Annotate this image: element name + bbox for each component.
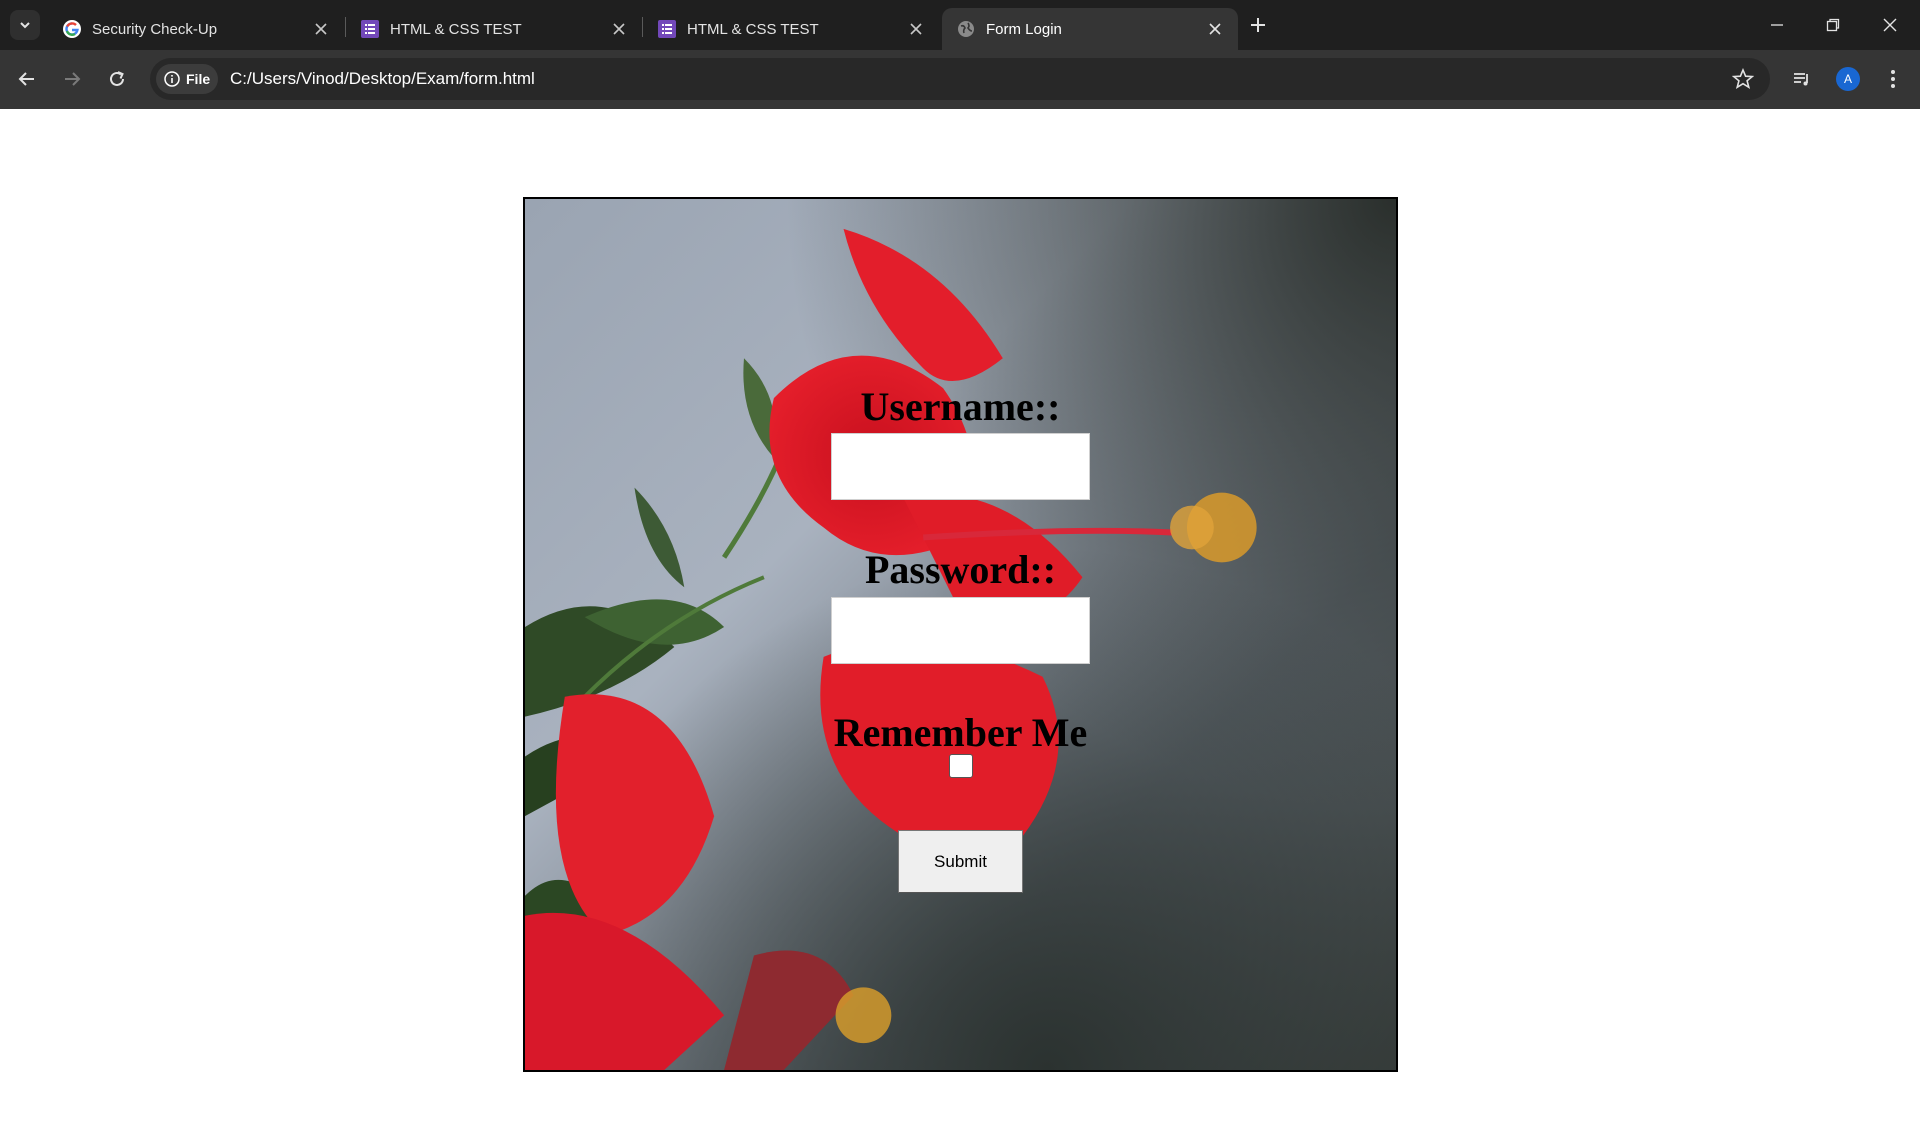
forms-icon bbox=[360, 19, 380, 39]
remember-me-checkbox[interactable] bbox=[949, 754, 973, 778]
google-g-icon bbox=[62, 19, 82, 39]
site-info-chip[interactable]: File bbox=[156, 64, 218, 94]
reload-icon bbox=[110, 71, 124, 86]
password-input[interactable] bbox=[831, 597, 1090, 664]
media-controls-button[interactable] bbox=[1787, 64, 1817, 94]
tab-title: HTML & CSS TEST bbox=[390, 20, 522, 38]
password-label: Password:: bbox=[864, 547, 1057, 592]
playlist-icon bbox=[1794, 73, 1808, 86]
arrow-left-icon bbox=[18, 72, 34, 86]
close-icon bbox=[1883, 18, 1897, 32]
tab-strip: Security Check-Up HTML & CSS TEST HTML &… bbox=[0, 0, 1920, 50]
login-form: Username:: Password:: Remember Me Submit bbox=[525, 199, 1396, 1070]
tab-html-css-test-2[interactable]: HTML & CSS TEST bbox=[643, 8, 939, 50]
restore-icon bbox=[1826, 18, 1840, 32]
close-window-button[interactable] bbox=[1870, 8, 1910, 42]
close-icon[interactable] bbox=[310, 18, 332, 40]
close-icon[interactable] bbox=[1204, 18, 1226, 40]
avatar: A bbox=[1836, 67, 1860, 91]
browser-toolbar: File C:/Users/Vinod/Desktop/Exam/form.ht… bbox=[0, 50, 1920, 109]
minimize-button[interactable] bbox=[1757, 8, 1797, 42]
globe-icon bbox=[956, 19, 976, 39]
address-bar[interactable]: File C:/Users/Vinod/Desktop/Exam/form.ht… bbox=[150, 58, 1770, 100]
minimize-icon bbox=[1771, 24, 1783, 26]
chevron-down-icon bbox=[20, 22, 30, 29]
login-panel: Username:: Password:: Remember Me Submit bbox=[523, 197, 1398, 1072]
remember-me-label: Remember Me bbox=[833, 710, 1088, 755]
username-label: Username:: bbox=[860, 384, 1061, 429]
new-tab-button[interactable] bbox=[1245, 12, 1271, 38]
arrow-right-icon bbox=[65, 72, 81, 86]
tab-search-button[interactable] bbox=[10, 10, 40, 40]
tab-title: HTML & CSS TEST bbox=[687, 20, 819, 38]
tab-title: Form Login bbox=[986, 20, 1062, 38]
tab-form-login[interactable]: Form Login bbox=[942, 8, 1238, 50]
bookmark-star-icon[interactable] bbox=[1732, 68, 1754, 90]
restore-button[interactable] bbox=[1813, 8, 1853, 42]
page-content: Username:: Password:: Remember Me Submit bbox=[0, 109, 1920, 1140]
tab-html-css-test-1[interactable]: HTML & CSS TEST bbox=[346, 8, 642, 50]
back-button[interactable] bbox=[12, 64, 42, 94]
profile-button[interactable]: A bbox=[1833, 64, 1863, 94]
plus-icon bbox=[1251, 18, 1265, 32]
menu-button[interactable] bbox=[1878, 64, 1908, 94]
info-icon bbox=[164, 71, 180, 87]
submit-button[interactable]: Submit bbox=[898, 830, 1023, 893]
close-icon[interactable] bbox=[608, 18, 630, 40]
kebab-menu-icon bbox=[1891, 70, 1895, 88]
forward-button[interactable] bbox=[57, 64, 87, 94]
close-icon[interactable] bbox=[905, 18, 927, 40]
tab-title: Security Check-Up bbox=[92, 20, 218, 38]
url-text[interactable]: C:/Users/Vinod/Desktop/Exam/form.html bbox=[230, 69, 535, 89]
tab-security-check-up[interactable]: Security Check-Up bbox=[48, 8, 344, 50]
scheme-label: File bbox=[186, 71, 211, 87]
username-input[interactable] bbox=[831, 433, 1090, 500]
forms-icon bbox=[657, 19, 677, 39]
reload-button[interactable] bbox=[102, 64, 132, 94]
